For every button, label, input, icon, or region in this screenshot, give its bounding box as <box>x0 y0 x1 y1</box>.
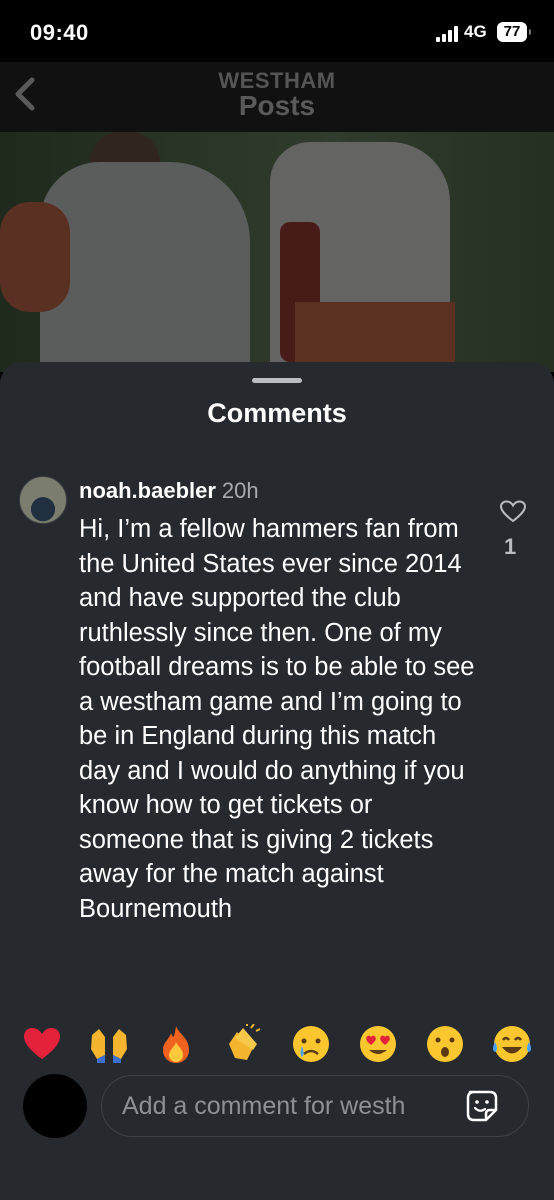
emoji-raising-hands[interactable] <box>85 1020 133 1068</box>
status-bar: 09:40 4G 77 <box>0 0 554 70</box>
battery-indicator: 77 <box>497 22 531 42</box>
sticker-icon[interactable] <box>464 1088 500 1124</box>
emoji-surprised-face[interactable] <box>421 1020 469 1068</box>
comment-input-wrapper[interactable] <box>101 1075 529 1137</box>
emoji-crying-face[interactable] <box>287 1020 335 1068</box>
emoji-heart-eyes[interactable] <box>354 1020 402 1068</box>
page-title: Posts <box>238 90 316 121</box>
emoji-clapping-hands[interactable] <box>219 1020 267 1068</box>
current-user-avatar[interactable] <box>23 1074 87 1138</box>
nav-header: WESTHAM Posts <box>0 62 554 132</box>
emoji-red-heart[interactable] <box>18 1020 66 1068</box>
emoji-bar <box>0 1020 554 1068</box>
avatar[interactable] <box>19 476 67 524</box>
comment-item: noah.baebler 20h Hi, I’m a fellow hammers… <box>0 470 554 980</box>
emoji-tears-of-joy[interactable] <box>488 1020 536 1068</box>
comments-title: Comments <box>207 398 347 428</box>
comment-composer <box>0 1070 554 1200</box>
status-time: 09:40 <box>30 20 89 45</box>
comment-time: 20h <box>221 478 259 503</box>
heart-outline-icon[interactable] <box>500 500 526 524</box>
comment-text: Hi, I’m a fellow hammers fan from the Un… <box>79 515 475 923</box>
like-count: 1 <box>504 534 517 559</box>
comment-username-line: noah.baebler 20h <box>79 478 259 504</box>
comment-username[interactable]: noah.baebler <box>79 478 216 503</box>
network-type: 4G <box>464 22 487 41</box>
comment-input[interactable] <box>120 1076 470 1136</box>
sheet-grabber[interactable] <box>252 378 302 383</box>
video-background <box>0 132 554 372</box>
signal-bars-icon <box>436 26 458 42</box>
emoji-fire[interactable] <box>152 1020 200 1068</box>
